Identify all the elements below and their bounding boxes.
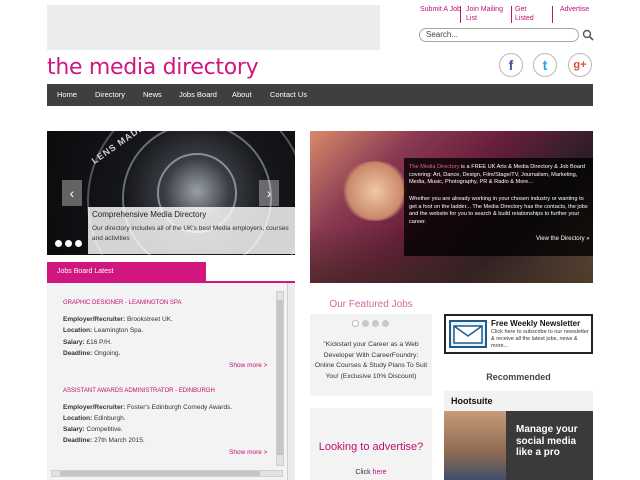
slider-dot[interactable] [75, 240, 82, 247]
search-icon[interactable] [582, 29, 594, 41]
hootsuite-logo: Hootsuite [451, 396, 493, 406]
recommended-title: Recommended [486, 372, 551, 382]
twitter-icon[interactable]: t [533, 53, 557, 77]
submit-job-link[interactable]: Submit A Job [420, 5, 461, 14]
envelope-icon [449, 320, 487, 348]
top-banner-ad [47, 5, 380, 50]
top-links: Submit A Job Join Mailing List Get Liste… [415, 5, 595, 25]
hootsuite-ad-text: Manage your social media like a pro [516, 424, 578, 458]
advertise-link[interactable]: Advertise [560, 5, 589, 14]
link-divider [552, 6, 553, 23]
job-location: Location: Leamington Spa. [63, 327, 144, 334]
outer-scrollbar[interactable] [287, 283, 295, 480]
job-deadline: Deadline: 27th March 2015. [63, 437, 145, 444]
jobs-horizontal-scrollbar-thumb[interactable] [60, 471, 260, 476]
job-employer: Employer/Recruiter: Foster's Edinburgh C… [63, 404, 233, 411]
featured-dot[interactable] [382, 320, 389, 327]
job-location: Location: Edinburgh. [63, 415, 126, 422]
main-nav: Home Directory News Jobs Board About Con… [47, 84, 593, 106]
jobs-scrollbar-thumb[interactable] [277, 300, 283, 455]
slider-description: Our directory includes all of the UK's b… [92, 225, 289, 242]
advertise-click: Click here [355, 469, 387, 476]
job-salary: Salary: £16 P/H. [63, 339, 112, 346]
newsletter-title: Free Weekly Newsletter [491, 319, 581, 328]
jobs-board-tab[interactable]: Jobs Board Latest [47, 262, 206, 281]
slider-dot[interactable] [55, 240, 62, 247]
singer-figure [340, 161, 410, 221]
view-directory-link[interactable]: View the Directory » [536, 236, 590, 242]
newsletter-subtitle: Click here to subscribe to our newslette… [491, 329, 589, 349]
facebook-icon[interactable]: f [499, 53, 523, 77]
featured-job-text[interactable]: "Kickstart your Career as a Web Develope… [314, 340, 428, 382]
slider-next-button[interactable]: › [259, 180, 279, 206]
page-root: { "toplinks": { "submit_job": "Submit A … [0, 0, 640, 480]
link-divider [511, 6, 512, 23]
promo-text-2: Whether you are already working in your … [409, 196, 588, 225]
promo-highlight: The Media Directory [409, 164, 460, 170]
get-listed-link[interactable]: Get Listed [515, 5, 540, 23]
job-salary: Salary: Competitive. [63, 426, 123, 433]
hootsuite-ad-photo [444, 411, 506, 480]
slider-dot[interactable] [65, 240, 72, 247]
promo-text: The Media Directory is a FREE UK Arts & … [409, 164, 589, 187]
job-title-link[interactable]: GRAPHIC DESIGNER - LEAMINGTON SPA [63, 300, 181, 306]
slider-prev-button[interactable]: ‹ [62, 180, 82, 206]
advertise-here-link[interactable]: here [373, 469, 387, 476]
nav-contact-us[interactable]: Contact Us [270, 84, 307, 106]
nav-directory[interactable]: Directory [95, 84, 125, 106]
featured-dot[interactable] [372, 320, 379, 327]
nav-about[interactable]: About [232, 84, 252, 106]
show-more-link[interactable]: Show more > [229, 449, 267, 456]
site-logo[interactable]: the media directory [47, 55, 259, 80]
nav-jobs-board[interactable]: Jobs Board [179, 84, 217, 106]
featured-jobs-title: Our Featured Jobs [329, 299, 413, 310]
search-input[interactable]: Search... [419, 28, 579, 42]
job-title-link[interactable]: ASSISTANT AWARDS ADMINISTRATOR - EDINBUR… [63, 388, 215, 394]
link-divider [460, 6, 461, 23]
job-employer: Employer/Recruiter: Brookstreet UK. [63, 316, 173, 323]
nav-home[interactable]: Home [57, 84, 77, 106]
slider-title: Comprehensive Media Directory [92, 210, 207, 219]
show-more-link[interactable]: Show more > [229, 362, 267, 369]
featured-dot[interactable] [352, 320, 359, 327]
google-plus-icon[interactable]: g+ [568, 53, 592, 77]
advertise-title: Looking to advertise? [318, 441, 424, 453]
featured-dot[interactable] [362, 320, 369, 327]
nav-news[interactable]: News [143, 84, 162, 106]
join-mailing-list-link[interactable]: Join Mailing List [466, 5, 511, 23]
job-deadline: Deadline: Ongoing. [63, 350, 121, 357]
